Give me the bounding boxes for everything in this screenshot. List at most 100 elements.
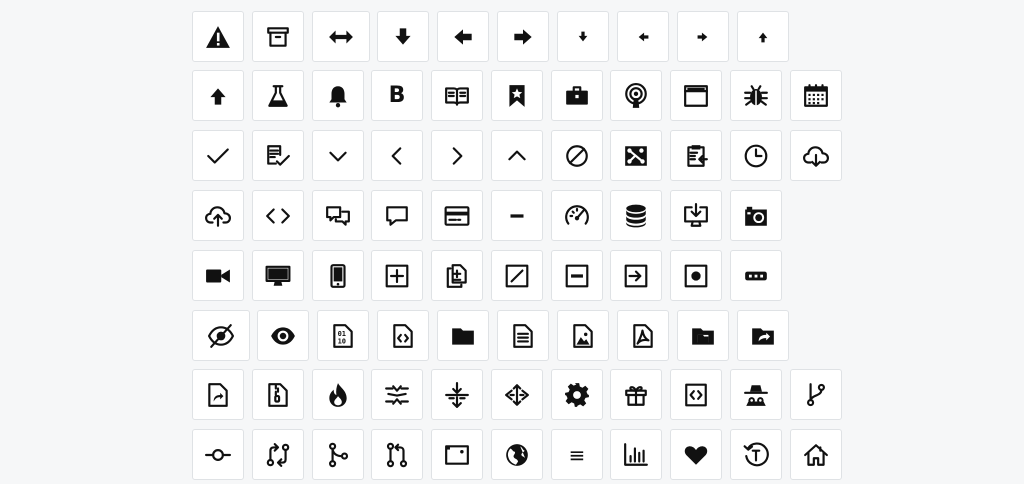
icon-tile[interactable]: [677, 310, 729, 361]
icon-tile[interactable]: [491, 369, 543, 420]
graph-icon: [623, 442, 649, 468]
credit-card-icon: [444, 203, 470, 229]
icon-tile[interactable]: [252, 130, 304, 181]
icon-tile[interactable]: [431, 429, 483, 480]
icon-tile[interactable]: [377, 310, 429, 361]
icon-tile[interactable]: [437, 11, 489, 62]
icon-tile[interactable]: [557, 11, 609, 62]
icon-tile[interactable]: [377, 11, 429, 62]
icon-tile[interactable]: [431, 250, 483, 301]
icon-tile[interactable]: [491, 190, 543, 241]
icon-tile[interactable]: [192, 130, 244, 181]
icon-tile[interactable]: [371, 190, 423, 241]
icon-tile[interactable]: [192, 310, 250, 361]
icon-tile[interactable]: [730, 369, 782, 420]
icon-tile[interactable]: [670, 429, 722, 480]
icon-tile[interactable]: [312, 429, 364, 480]
diff-renamed-icon: [623, 263, 649, 289]
icon-tile[interactable]: B: [371, 70, 423, 121]
icon-tile[interactable]: [790, 369, 842, 420]
icon-tile[interactable]: [497, 11, 549, 62]
icon-tile[interactable]: [491, 429, 543, 480]
icon-tile[interactable]: [252, 369, 304, 420]
icon-tile[interactable]: [730, 190, 782, 241]
icon-tile[interactable]: [192, 429, 244, 480]
icon-tile[interactable]: [192, 250, 244, 301]
icon-tile[interactable]: [670, 250, 722, 301]
icon-tile[interactable]: [670, 369, 722, 420]
code-icon: [265, 203, 291, 229]
icon-tile[interactable]: [252, 11, 304, 62]
icon-tile[interactable]: [790, 70, 842, 121]
icon-tile[interactable]: [497, 310, 549, 361]
icon-tile[interactable]: [437, 310, 489, 361]
icon-tile[interactable]: [312, 190, 364, 241]
icon-tile[interactable]: [551, 190, 603, 241]
icon-tile[interactable]: [257, 310, 309, 361]
icon-tile[interactable]: [491, 250, 543, 301]
icon-tile[interactable]: [730, 250, 782, 301]
icon-tile[interactable]: [312, 250, 364, 301]
icon-tile[interactable]: [192, 369, 244, 420]
icon-tile[interactable]: [670, 190, 722, 241]
grabber-icon: ≡: [568, 442, 586, 467]
icon-tile[interactable]: [312, 70, 364, 121]
icon-tile[interactable]: [610, 429, 662, 480]
icon-tile[interactable]: [371, 369, 423, 420]
icon-tile[interactable]: [252, 250, 304, 301]
cloud-upload-icon: [205, 203, 231, 229]
icon-tile[interactable]: [790, 130, 842, 181]
icon-tile[interactable]: [371, 429, 423, 480]
arrow-small-left-icon: [630, 24, 656, 50]
icon-tile[interactable]: [252, 70, 304, 121]
icon-tile[interactable]: [431, 369, 483, 420]
icon-tile[interactable]: ≡: [551, 429, 603, 480]
icon-tile[interactable]: [551, 369, 603, 420]
icon-tile[interactable]: [617, 310, 669, 361]
icon-tile[interactable]: [670, 130, 722, 181]
icon-tile[interactable]: [312, 11, 370, 62]
gift-icon: [623, 382, 649, 408]
icon-tile[interactable]: [491, 70, 543, 121]
icon-tile[interactable]: [677, 11, 729, 62]
icon-tile[interactable]: [551, 250, 603, 301]
icon-tile[interactable]: [312, 130, 364, 181]
icon-tile[interactable]: [737, 11, 789, 62]
chevron-right-icon: [444, 143, 470, 169]
icon-tile[interactable]: [610, 250, 662, 301]
icon-tile[interactable]: [610, 369, 662, 420]
icon-tile[interactable]: [252, 190, 304, 241]
icon-tile[interactable]: [557, 310, 609, 361]
icon-tile[interactable]: [610, 70, 662, 121]
icon-tile[interactable]: [670, 70, 722, 121]
icon-tile[interactable]: [551, 70, 603, 121]
file-symlink-directory-icon: [750, 323, 776, 349]
icon-tile[interactable]: [790, 429, 842, 480]
briefcase-icon: [564, 83, 590, 109]
arrow-left-icon: [450, 24, 476, 50]
icon-tile[interactable]: [252, 429, 304, 480]
icon-tile[interactable]: [371, 130, 423, 181]
icon-tile[interactable]: [491, 130, 543, 181]
icon-tile[interactable]: [737, 310, 789, 361]
icon-tile[interactable]: [431, 70, 483, 121]
icon-tile[interactable]: [730, 70, 782, 121]
icon-tile[interactable]: [617, 11, 669, 62]
icon-tile[interactable]: [192, 11, 244, 62]
file-zip-icon: [265, 382, 291, 408]
file-binary-icon: 01 10: [330, 323, 356, 349]
icon-tile[interactable]: [192, 190, 244, 241]
icon-tile[interactable]: [610, 130, 662, 181]
icon-tile[interactable]: [431, 130, 483, 181]
file-symlink-file-icon: [205, 382, 231, 408]
icon-tile[interactable]: [610, 190, 662, 241]
ellipsis-icon: [743, 263, 769, 289]
icon-tile[interactable]: [551, 130, 603, 181]
icon-tile[interactable]: 01 10: [317, 310, 369, 361]
icon-tile[interactable]: [192, 70, 244, 121]
icon-tile[interactable]: [312, 369, 364, 420]
icon-tile[interactable]: [431, 190, 483, 241]
icon-tile[interactable]: [730, 130, 782, 181]
icon-tile[interactable]: [371, 250, 423, 301]
icon-tile[interactable]: [730, 429, 782, 480]
